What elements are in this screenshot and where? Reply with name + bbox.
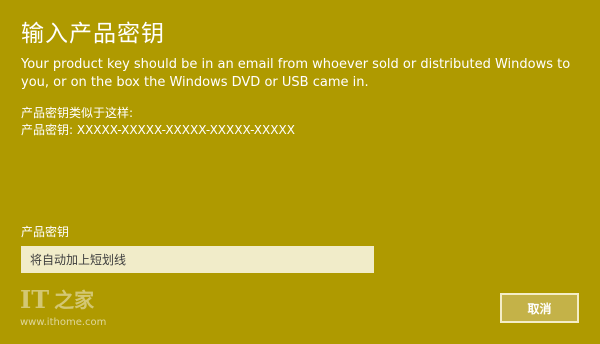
product-key-dialog: 输入产品密钥 Your product key should be in an …	[0, 0, 600, 344]
dialog-title: 输入产品密钥	[21, 21, 165, 47]
logo-it-text: IT	[20, 285, 50, 314]
product-key-input[interactable]	[21, 246, 374, 273]
cancel-button[interactable]: 取消	[500, 293, 579, 323]
cancel-button-label: 取消	[527, 301, 552, 316]
dialog-description: Your product key should be in an email f…	[21, 57, 571, 90]
example-key-format: 产品密钥: XXXXX-XXXXX-XXXXX-XXXXX-XXXXX	[21, 123, 295, 137]
ithome-logo: IT 之家	[20, 287, 94, 313]
product-key-label: 产品密钥	[21, 225, 70, 239]
watermark: IT 之家 www.ithome.com	[20, 287, 112, 335]
logo-home-text: 之家	[54, 288, 95, 312]
example-heading: 产品密钥类似于这样:	[21, 106, 134, 120]
watermark-url: www.ithome.com	[20, 317, 107, 328]
